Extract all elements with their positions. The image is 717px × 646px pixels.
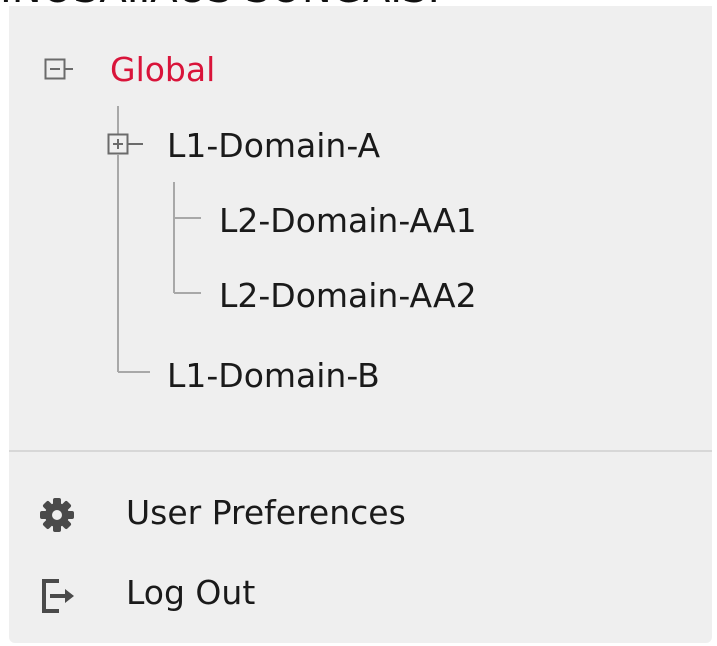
log-out-label: Log Out [126, 573, 256, 612]
tree-node-label: L1-Domain-B [167, 356, 380, 395]
tree-node-label: Global [110, 50, 216, 89]
log-out-menu-item[interactable]: Log Out [9, 561, 712, 627]
gear-icon [39, 497, 75, 533]
tree-node-label: L2-Domain-AA2 [219, 276, 477, 315]
menu-divider [9, 450, 712, 452]
l1-domain-a-collapse-toggle[interactable] [107, 133, 144, 155]
logout-icon [39, 577, 75, 613]
domain-menu-panel: Global L1-Domain-A L2-Domain-AA1 L2-Doma… [9, 6, 712, 643]
user-preferences-label: User Preferences [126, 493, 406, 532]
user-preferences-menu-item[interactable]: User Preferences [9, 481, 712, 547]
global-collapse-toggle[interactable] [44, 58, 74, 80]
tree-node-label: L2-Domain-AA1 [219, 201, 477, 240]
tree-node-label: L1-Domain-A [167, 126, 381, 165]
